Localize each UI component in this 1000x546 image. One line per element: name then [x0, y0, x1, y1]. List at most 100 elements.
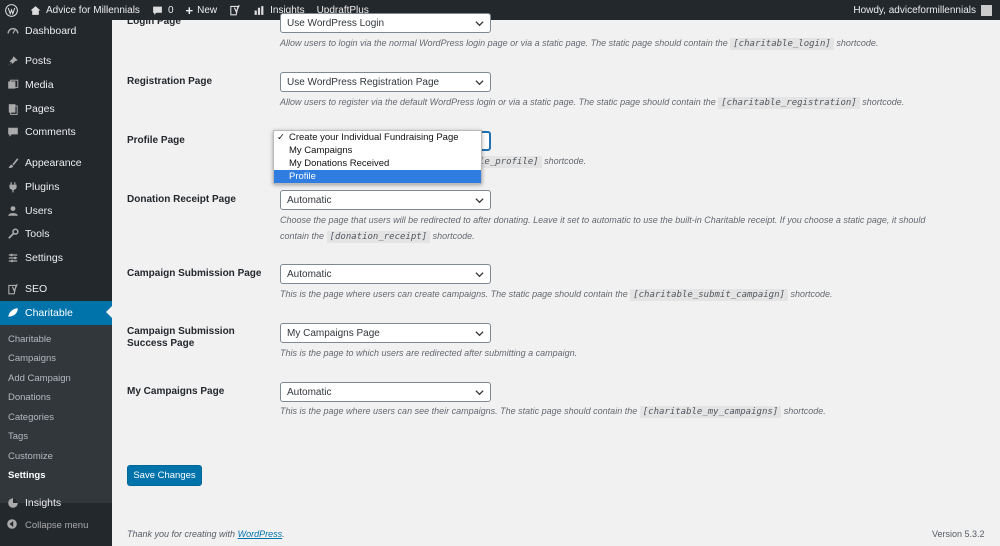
account-menu[interactable]: Howdy, adviceformillennials — [847, 0, 1000, 20]
home-icon — [30, 5, 41, 15]
campaign-success-page-select[interactable]: My Campaigns Page — [280, 323, 491, 343]
description-text: shortcode. — [862, 97, 905, 107]
submenu-item-customize[interactable]: Customize — [8, 451, 53, 462]
chevron-down-icon — [475, 198, 484, 204]
pushpin-icon — [6, 54, 20, 68]
wordpress-logo-icon[interactable] — [0, 0, 24, 20]
sidebar-item-tools[interactable]: Tools — [0, 223, 112, 245]
login-page-description: Allow users to login via the normal Word… — [280, 35, 878, 52]
new-content-link[interactable]: + New — [180, 0, 224, 20]
description-text: shortcode. — [836, 38, 879, 48]
collapse-menu-button[interactable]: Collapse menu — [0, 518, 88, 533]
sidebar-item-label: Charitable — [25, 307, 73, 319]
new-label: New — [197, 4, 218, 16]
campaign-success-page-description: This is the page to which users are redi… — [280, 348, 578, 358]
paintbrush-icon — [6, 156, 20, 170]
sidebar-item-dashboard[interactable]: Dashboard — [0, 20, 112, 42]
dropdown-option-create-fundraising-page[interactable]: ✓ Create your Individual Fundraising Pag… — [274, 131, 481, 144]
campaign-submission-page-select[interactable]: Automatic — [280, 264, 491, 284]
submenu-item-campaigns[interactable]: Campaigns — [8, 353, 56, 364]
avatar — [981, 4, 992, 16]
plugin-icon — [6, 180, 20, 194]
yoast-icon[interactable] — [223, 0, 247, 20]
dropdown-option-my-donations-received[interactable]: My Donations Received — [274, 157, 481, 170]
sidebar-item-appearance[interactable]: Appearance — [0, 152, 112, 174]
site-name: Advice for Millennials — [46, 4, 140, 16]
description-text: This is the page where users can see the… — [280, 406, 638, 416]
my-campaigns-page-description: This is the page where users can see the… — [280, 403, 826, 420]
wrench-icon — [6, 227, 20, 241]
registration-page-select[interactable]: Use WordPress Registration Page — [280, 72, 491, 92]
submenu-item-tags[interactable]: Tags — [8, 431, 28, 442]
submenu-item-donations[interactable]: Donations — [8, 392, 51, 403]
option-label: My Campaigns — [289, 145, 353, 156]
description-text: shortcode. — [432, 231, 475, 241]
collapse-arrow-icon — [6, 518, 18, 533]
chevron-down-icon — [475, 21, 484, 27]
dropdown-option-profile[interactable]: Profile — [274, 170, 481, 183]
comments-count: 0 — [167, 4, 174, 16]
submenu-item-charitable[interactable]: Charitable — [8, 334, 51, 345]
wordpress-link[interactable]: WordPress — [238, 529, 283, 539]
footer-thanks: Thank you for creating with WordPress. — [127, 529, 285, 539]
my-campaigns-page-select[interactable]: Automatic — [280, 382, 491, 402]
checkmark-icon: ✓ — [277, 132, 285, 143]
sidebar-item-label: Plugins — [25, 181, 60, 193]
campaign-success-page-label: Campaign Submission Success Page — [127, 326, 235, 350]
admin-sidebar: Dashboard Posts Media Pages Comments App… — [0, 20, 112, 546]
description-text: shortcode. — [544, 156, 587, 166]
save-changes-button[interactable]: Save Changes — [127, 465, 202, 486]
sidebar-item-label: Comments — [25, 126, 76, 138]
label-line: Campaign Submission — [127, 326, 235, 337]
sidebar-item-label: Insights — [25, 497, 62, 509]
campaign-success-page-value: My Campaigns Page — [287, 327, 380, 339]
description-text: This is the page where users can create … — [280, 289, 628, 299]
sidebar-item-posts[interactable]: Posts — [0, 50, 112, 72]
login-page-select[interactable]: Use WordPress Login — [280, 13, 491, 33]
login-page-label: Login Page — [127, 16, 181, 27]
chevron-down-icon — [475, 272, 484, 278]
description-text: Choose the page that users will be redir… — [280, 215, 926, 225]
howdy-text: Howdy, adviceformillennials — [853, 4, 976, 16]
donation-receipt-page-select[interactable]: Automatic — [280, 190, 491, 210]
chevron-down-icon — [475, 390, 484, 396]
sidebar-item-seo[interactable]: SEO — [0, 278, 112, 300]
campaign-submission-page-value: Automatic — [287, 268, 332, 280]
profile-page-description: le_profile] shortcode. — [476, 153, 586, 170]
submenu-item-settings[interactable]: Settings — [8, 470, 45, 481]
shortcode: [donation_receipt] — [326, 231, 431, 243]
sidebar-item-label: Posts — [25, 55, 52, 67]
option-label: Profile — [289, 171, 316, 182]
dashboard-icon — [6, 24, 20, 38]
insights-icon — [6, 496, 20, 510]
submenu-item-add-campaign[interactable]: Add Campaign — [8, 373, 71, 384]
yoast-icon — [6, 282, 20, 296]
sidebar-item-charitable[interactable]: Charitable — [0, 301, 112, 325]
sidebar-item-plugins[interactable]: Plugins — [0, 176, 112, 198]
sidebar-item-settings[interactable]: Settings — [0, 247, 112, 269]
sidebar-item-pages[interactable]: Pages — [0, 98, 112, 120]
donation-receipt-page-value: Automatic — [287, 194, 332, 206]
sidebar-item-comments[interactable]: Comments — [0, 121, 112, 143]
comment-bubble-icon — [153, 6, 162, 15]
option-label: My Donations Received — [289, 158, 390, 169]
plus-icon: + — [185, 2, 194, 18]
chevron-down-icon — [475, 331, 484, 337]
pages-icon — [6, 102, 20, 116]
description-text: Allow users to login via the normal Word… — [280, 38, 728, 48]
sidebar-item-users[interactable]: Users — [0, 200, 112, 222]
comment-bubble-icon — [6, 125, 20, 139]
submenu-item-categories[interactable]: Categories — [8, 412, 54, 423]
charitable-submenu: Charitable Campaigns Add Campaign Donati… — [0, 325, 112, 503]
charitable-leaf-icon — [6, 306, 20, 320]
dropdown-option-my-campaigns[interactable]: My Campaigns — [274, 144, 481, 157]
description-text: shortcode. — [783, 406, 826, 416]
shortcode: le_profile] — [476, 156, 542, 168]
footer-version: Version 5.3.2 — [932, 529, 985, 539]
sidebar-item-media[interactable]: Media — [0, 74, 112, 96]
login-page-value: Use WordPress Login — [287, 17, 385, 29]
description-text: Allow users to register via the default … — [280, 97, 716, 107]
chevron-down-icon — [475, 80, 484, 86]
shortcode: [charitable_registration] — [718, 97, 860, 109]
sidebar-item-insights[interactable]: Insights — [0, 492, 112, 514]
